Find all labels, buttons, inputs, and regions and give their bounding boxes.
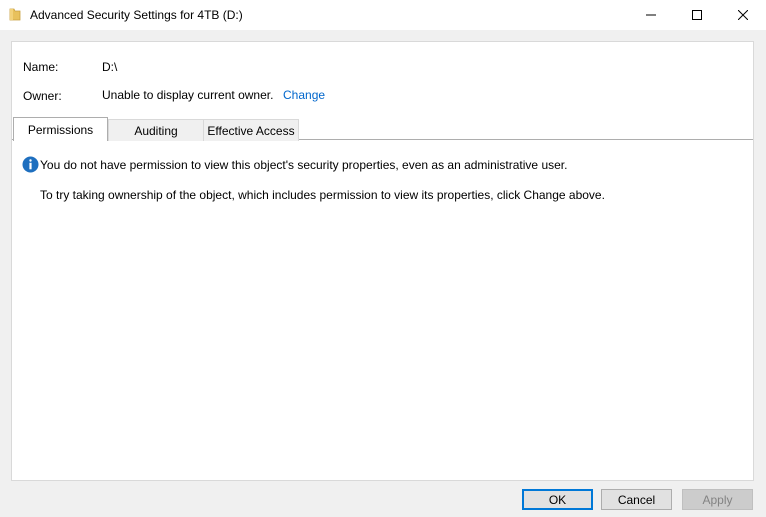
window-title: Advanced Security Settings for 4TB (D:) [30,8,243,22]
name-value: D:\ [102,60,118,74]
tab-effective-access[interactable]: Effective Access [203,119,299,141]
minimize-button[interactable] [628,0,674,30]
tab-permissions[interactable]: Permissions [13,117,108,141]
ok-button[interactable]: OK [522,489,593,510]
owner-value: Unable to display current owner. [102,88,274,102]
apply-button[interactable]: Apply [682,489,753,510]
owner-change-link[interactable]: Change [283,88,325,102]
close-icon [738,10,748,20]
minimize-icon [646,14,656,16]
folder-icon [9,8,21,21]
no-permission-message: You do not have permission to view this … [40,158,568,172]
info-icon [22,156,39,173]
maximize-button[interactable] [674,0,720,30]
main-panel: Name: D:\ Owner: Unable to display curre… [11,41,754,481]
owner-label: Owner: [23,89,62,103]
ownership-hint: To try taking ownership of the object, w… [40,188,605,202]
cancel-button[interactable]: Cancel [601,489,672,510]
tab-auditing[interactable]: Auditing [108,119,204,141]
name-label: Name: [23,60,59,74]
close-button[interactable] [720,0,766,30]
title-bar: Advanced Security Settings for 4TB (D:) [0,0,766,30]
maximize-icon [692,10,702,20]
